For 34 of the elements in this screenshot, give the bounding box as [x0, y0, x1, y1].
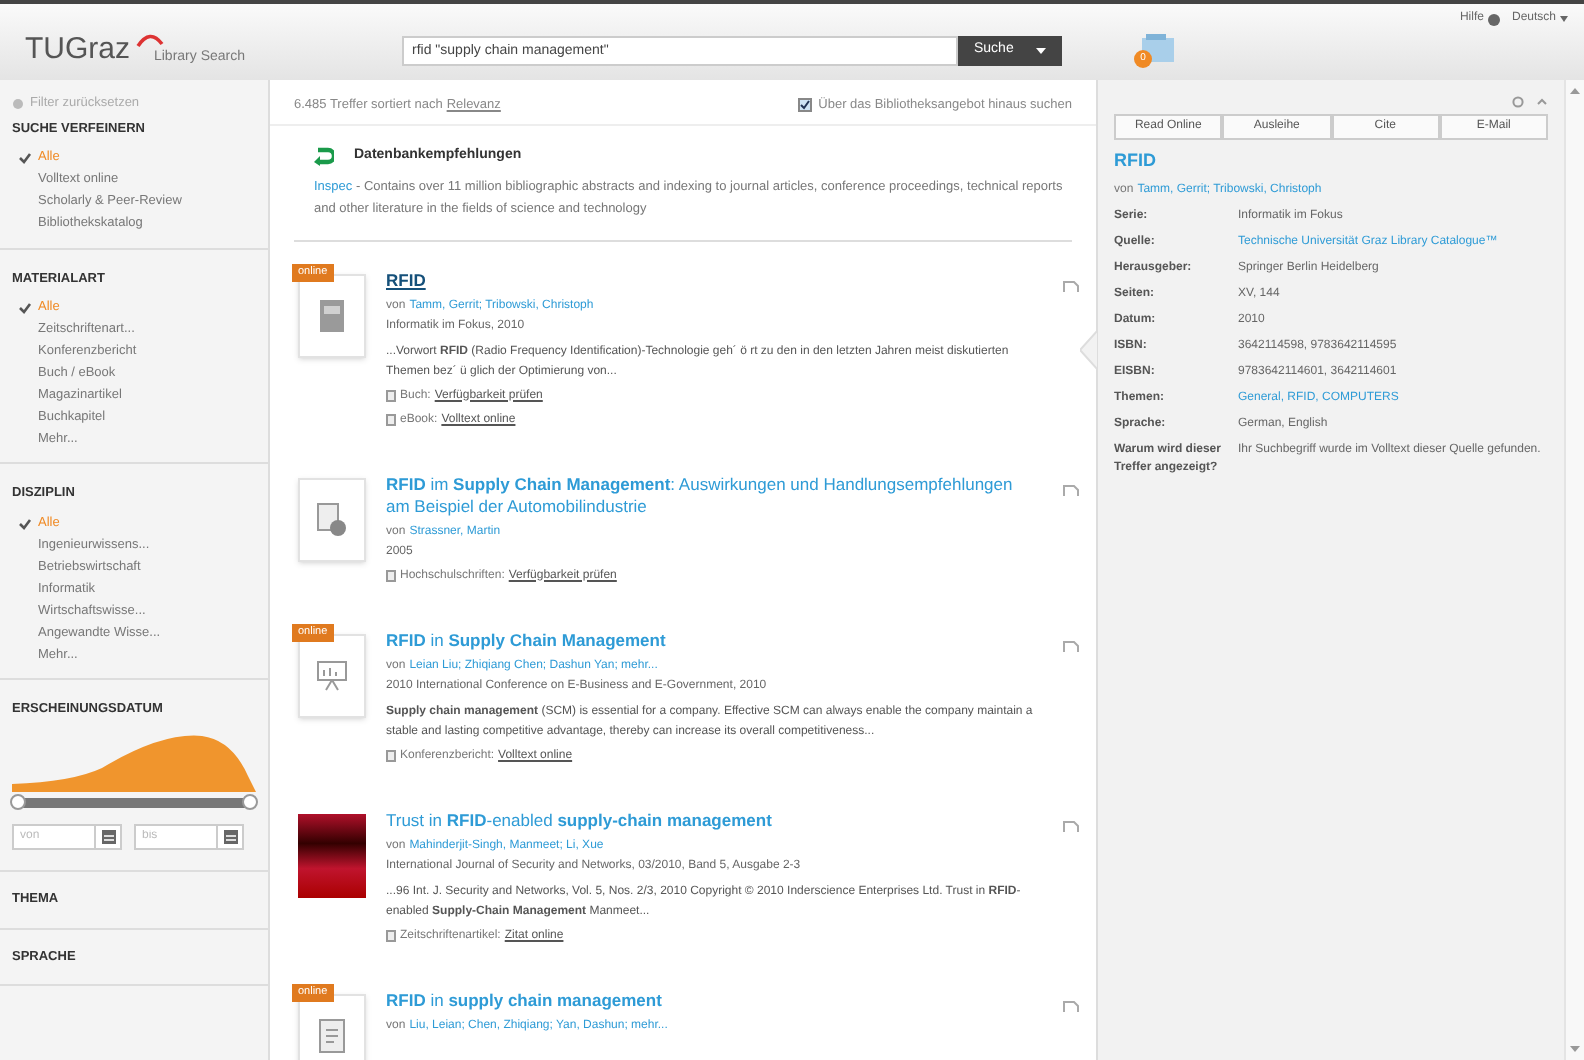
caret-icon: [1036, 47, 1046, 53]
presentation-icon: [316, 659, 348, 691]
check-icon: [18, 301, 32, 314]
folder-icon[interactable]: [1142, 34, 1174, 62]
slider-handle[interactable]: [242, 793, 258, 810]
logo-arc-icon: [135, 31, 164, 48]
return-arrow-icon: [314, 146, 334, 167]
check-icon: [18, 517, 32, 529]
document-icon: [386, 930, 396, 942]
calendar-icon: [101, 829, 115, 844]
cover-image: [298, 813, 366, 897]
check-icon: [18, 152, 32, 164]
logo: TUGraz: [24, 29, 130, 70]
result-title[interactable]: RFID in supply chain management: [386, 989, 662, 1011]
document-icon: [386, 570, 396, 582]
detail-title: RFID: [1114, 148, 1158, 174]
scroll-down-icon[interactable]: [1570, 1046, 1580, 1052]
caret-icon: [1560, 16, 1568, 22]
slider-handle[interactable]: [10, 793, 26, 810]
document-icon: [316, 501, 348, 537]
calendar-button[interactable]: [96, 823, 122, 850]
result-title[interactable]: RFID: [386, 269, 426, 291]
checkbox[interactable]: [798, 98, 813, 112]
document-icon: [386, 750, 396, 762]
book-icon: [318, 297, 346, 333]
calendar-icon: [223, 829, 237, 844]
result-title[interactable]: RFID in Supply Chain Management: [386, 629, 666, 651]
document-icon: [318, 1017, 346, 1053]
scrollbar[interactable]: [1564, 80, 1584, 1060]
collapse-icon[interactable]: [1536, 96, 1548, 108]
result-title[interactable]: RFID im Supply Chain Management: Auswirkungen und Handlungsempfehlungen am Beispiel der Automobilindustrie: [386, 473, 1040, 517]
calendar-button[interactable]: [218, 823, 244, 850]
scroll-up-icon[interactable]: [1570, 88, 1580, 94]
result-title[interactable]: Trust in RFID-enabled supply-chain management: [386, 809, 772, 831]
